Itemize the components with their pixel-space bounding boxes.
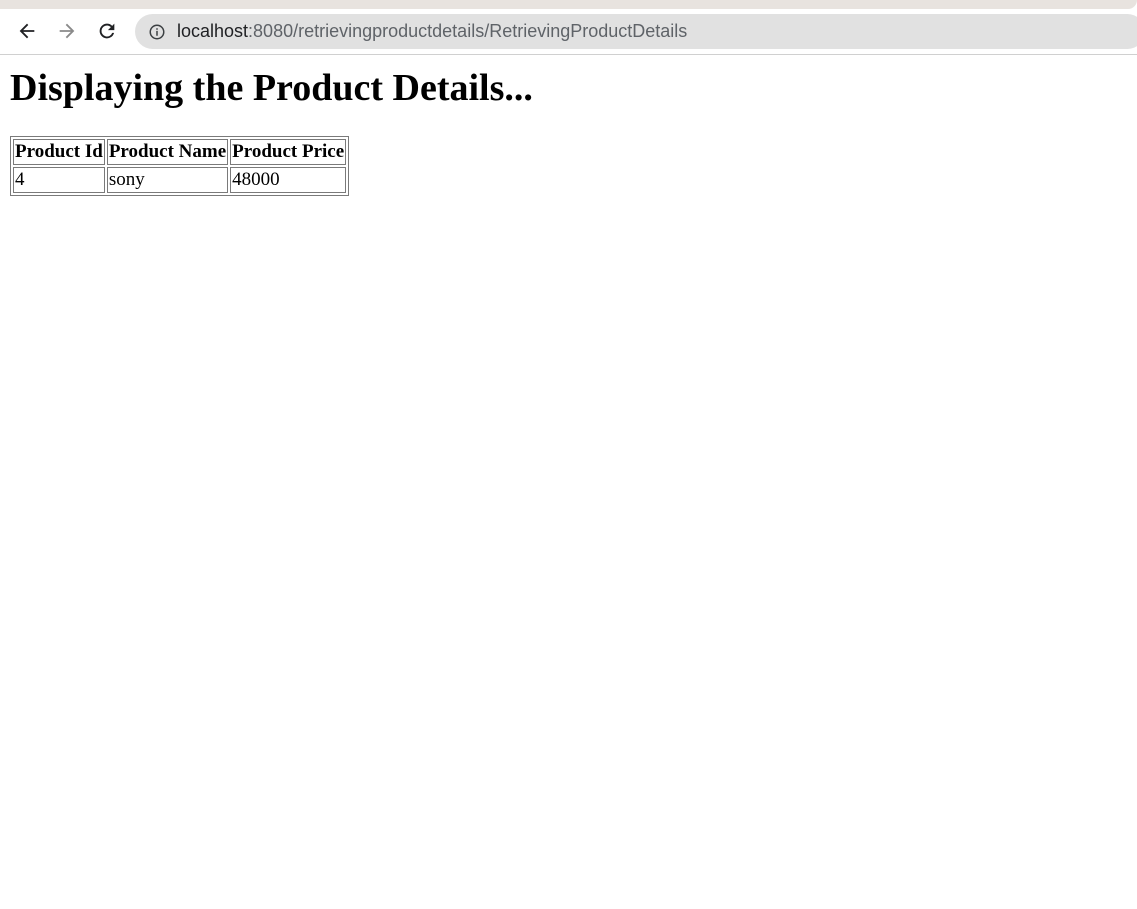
- arrow-right-icon: [59, 23, 75, 39]
- arrow-left-icon: [19, 23, 35, 39]
- column-header-product-price: Product Price: [230, 138, 347, 165]
- tab-strip: [0, 0, 1137, 9]
- url-path: :8080/retrievingproductdetails/Retrievin…: [248, 21, 688, 41]
- table-row: 4 sony 48000: [13, 166, 347, 193]
- page-title: Displaying the Product Details...: [10, 67, 533, 109]
- product-table: Product Id Product Name Product Price 4 …: [10, 135, 350, 196]
- reload-button[interactable]: [94, 18, 120, 44]
- table-header-row: Product Id Product Name Product Price: [13, 138, 347, 165]
- url-text[interactable]: localhost:8080/retrievingproductdetails/…: [177, 21, 687, 42]
- cell-product-price: 48000: [230, 166, 347, 193]
- cell-product-name: sony: [106, 166, 229, 193]
- info-icon[interactable]: [148, 23, 166, 41]
- browser-toolbar: localhost:8080/retrievingproductdetails/…: [0, 0, 1137, 55]
- column-header-product-id: Product Id: [13, 138, 105, 165]
- cell-product-id: 4: [13, 166, 105, 193]
- reload-icon: [99, 23, 115, 39]
- column-header-product-name: Product Name: [106, 138, 229, 165]
- page-content: Displaying the Product Details... Produc…: [0, 67, 1137, 196]
- url-host: localhost: [177, 21, 249, 41]
- address-bar[interactable]: localhost:8080/retrievingproductdetails/…: [135, 14, 1137, 49]
- forward-button[interactable]: [54, 18, 80, 44]
- back-button[interactable]: [14, 18, 40, 44]
